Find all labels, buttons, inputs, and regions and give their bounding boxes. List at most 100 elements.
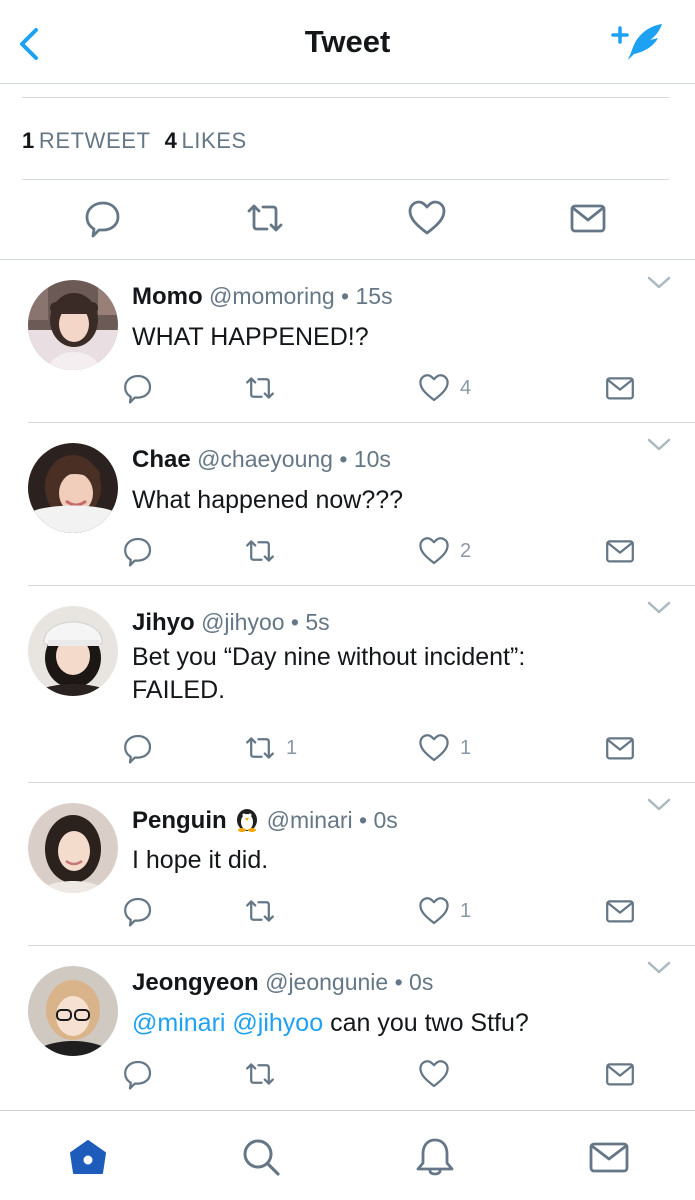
dm-button[interactable] [604, 534, 636, 568]
separator-dot: • [394, 969, 403, 995]
mail-icon [606, 540, 634, 563]
reply-text-body: can you two Stfu? [330, 1009, 529, 1037]
mention-link[interactable]: @jihyoo [232, 1009, 323, 1037]
dm-button[interactable] [604, 1057, 636, 1091]
retweet-button[interactable] [244, 894, 286, 928]
separator-dot: • [359, 807, 368, 833]
avatar[interactable] [28, 443, 118, 533]
mail-icon [606, 377, 634, 400]
divider [22, 97, 669, 98]
reply-icon [124, 734, 152, 764]
like-button[interactable]: 4 [418, 371, 471, 405]
heart-icon [419, 537, 449, 565]
reply-button[interactable] [122, 1057, 154, 1091]
retweet-button[interactable] [244, 534, 286, 568]
reply-button[interactable] [122, 731, 154, 765]
penguin-emoji-icon [236, 809, 257, 832]
reply-tweet[interactable]: Momo @momoring • 15s WHAT HAPPENED!? 4 [0, 261, 695, 423]
heart-icon [419, 1060, 449, 1088]
like-button[interactable]: 1 [418, 894, 471, 928]
reply-actions: 2 [0, 534, 695, 568]
compose-tweet-icon[interactable] [610, 20, 668, 66]
reply-text: @minari @jihyoo can you two Stfu? [132, 1007, 652, 1040]
heart-icon [419, 897, 449, 925]
retweet-icon[interactable] [245, 198, 285, 238]
retweet-count: 1 [286, 736, 298, 759]
retweet-button[interactable] [244, 371, 286, 405]
heart-icon [419, 374, 449, 402]
like-button[interactable] [418, 1057, 460, 1091]
retweet-icon [246, 900, 274, 922]
like-count: 4 [164, 128, 178, 153]
chevron-down-icon[interactable] [646, 437, 672, 453]
like-button[interactable]: 1 [418, 731, 471, 765]
reply-header: Jihyo @jihyoo • 5s [132, 609, 330, 637]
reply-button[interactable] [122, 534, 154, 568]
avatar[interactable] [28, 280, 118, 370]
reply-icon [124, 374, 152, 404]
reply-tweet[interactable]: Jihyo @jihyoo • 5s Bet you “Day nine wit… [0, 586, 695, 783]
avatar[interactable] [28, 803, 118, 893]
dm-button[interactable] [604, 894, 636, 928]
separator-dot: • [341, 283, 350, 309]
like-count: 2 [460, 539, 472, 562]
heart-icon [419, 734, 449, 762]
chevron-down-icon[interactable] [646, 797, 672, 813]
reply-tweet[interactable]: Jeongyeon @jeongunie • 0s @minari @jihyo… [0, 946, 695, 1110]
mail-icon[interactable] [568, 198, 608, 238]
username[interactable]: @minari [267, 807, 353, 833]
like-count: 1 [460, 899, 472, 922]
reply-icon[interactable] [83, 198, 123, 238]
chevron-down-icon[interactable] [646, 600, 672, 616]
like-button[interactable]: 2 [418, 534, 471, 568]
tweet-action-bar [0, 180, 695, 260]
reply-tweet[interactable]: Chae @chaeyoung • 10s What happened now?… [0, 423, 695, 586]
username[interactable]: @jeongunie [265, 969, 388, 995]
timestamp: 0s [409, 969, 434, 995]
tab-bar [0, 1110, 695, 1200]
display-name[interactable]: Jeongyeon [132, 969, 259, 996]
reply-text: Bet you “Day nine without incident”: FAI… [132, 643, 526, 704]
separator-dot: • [290, 609, 299, 635]
dm-button[interactable] [604, 371, 636, 405]
mention-link[interactable]: @minari [132, 1009, 225, 1037]
timestamp: 0s [373, 807, 398, 833]
username[interactable]: @momoring [209, 283, 335, 309]
reply-button[interactable] [122, 371, 154, 405]
reply-tweet[interactable]: Penguin @minari • 0s I hope it did. 1 [0, 783, 695, 946]
display-name[interactable]: Chae [132, 446, 191, 473]
retweet-icon [246, 377, 274, 399]
timestamp: 5s [305, 609, 330, 635]
retweet-button[interactable]: 1 [244, 731, 297, 765]
home-icon[interactable] [66, 1135, 110, 1179]
messages-icon[interactable] [587, 1135, 631, 1179]
tweet-stats[interactable]: 1 RETWEET 4 LIKES [22, 128, 247, 154]
search-icon[interactable] [239, 1135, 283, 1179]
reply-icon [124, 537, 152, 567]
retweet-button[interactable] [244, 1057, 286, 1091]
reply-text: WHAT HAPPENED!? [132, 323, 369, 351]
display-name[interactable]: Momo [132, 283, 203, 310]
chevron-down-icon[interactable] [646, 275, 672, 291]
avatar[interactable] [28, 966, 118, 1056]
display-name[interactable]: Jihyo [132, 609, 195, 636]
dm-button[interactable] [604, 731, 636, 765]
reply-actions: 1 1 [0, 731, 695, 765]
reply-icon [124, 897, 152, 927]
mail-icon [606, 737, 634, 760]
page-title: Tweet [304, 24, 391, 59]
notifications-icon[interactable] [413, 1135, 457, 1179]
chevron-down-icon[interactable] [646, 960, 672, 976]
reply-button[interactable] [122, 894, 154, 928]
reply-header: Jeongyeon @jeongunie • 0s [132, 969, 433, 997]
timestamp: 15s [355, 283, 393, 309]
reply-actions: 4 [0, 371, 695, 405]
username[interactable]: @chaeyoung [197, 446, 333, 472]
username[interactable]: @jihyoo [201, 609, 284, 635]
like-count: 1 [460, 736, 472, 759]
mail-icon [606, 1063, 634, 1086]
display-name[interactable]: Penguin [132, 807, 227, 834]
heart-icon[interactable] [407, 198, 447, 238]
mail-icon [606, 900, 634, 923]
avatar[interactable] [28, 606, 118, 696]
